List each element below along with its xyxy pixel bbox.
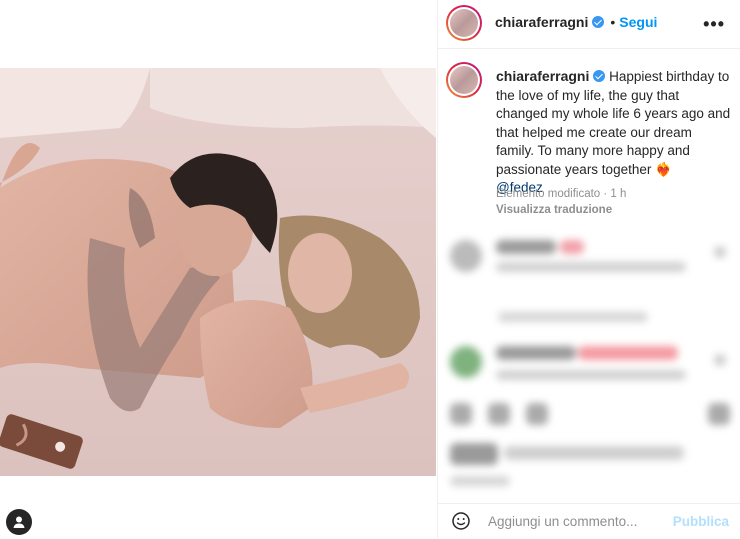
caption-text: Happiest birthday to the love of my life… bbox=[496, 69, 731, 177]
header-username[interactable]: chiaraferragni bbox=[495, 14, 588, 30]
post-photo[interactable] bbox=[0, 68, 436, 476]
emoji-smile-icon[interactable] bbox=[452, 512, 470, 530]
heart-fire-emoji-icon: ❤️‍🔥 bbox=[655, 161, 672, 177]
caption-username[interactable]: chiaraferragni bbox=[496, 68, 589, 84]
post-caption: chiaraferragni Happiest birthday to the … bbox=[496, 67, 732, 198]
user-tag-icon[interactable] bbox=[6, 509, 32, 535]
verified-badge-icon bbox=[592, 16, 605, 28]
post-meta: Elemento modificato · 1 h bbox=[496, 188, 627, 200]
author-avatar[interactable] bbox=[446, 5, 482, 41]
caption-verified-badge-icon bbox=[593, 70, 606, 82]
comment-bar: Aggiungi un commento... Pubblica bbox=[438, 503, 740, 539]
post-sidebar: chiaraferragni • Segui ••• chiaraferragni … bbox=[437, 0, 740, 538]
media-panel bbox=[0, 0, 437, 538]
publish-button[interactable]: Pubblica bbox=[673, 514, 729, 529]
comment-input[interactable]: Aggiungi un commento... bbox=[488, 514, 637, 529]
separator-dot: • bbox=[610, 14, 616, 30]
blurred-comments-area bbox=[438, 228, 740, 498]
more-options-icon[interactable]: ••• bbox=[703, 14, 725, 35]
see-translation-button[interactable]: Visualizza traduzione bbox=[496, 204, 612, 216]
post-header: chiaraferragni • Segui ••• bbox=[438, 0, 740, 49]
header-user-line: chiaraferragni • Segui bbox=[495, 14, 657, 32]
caption-avatar[interactable] bbox=[446, 62, 482, 98]
photo-illustration bbox=[0, 68, 436, 476]
follow-button[interactable]: Segui bbox=[619, 14, 657, 30]
